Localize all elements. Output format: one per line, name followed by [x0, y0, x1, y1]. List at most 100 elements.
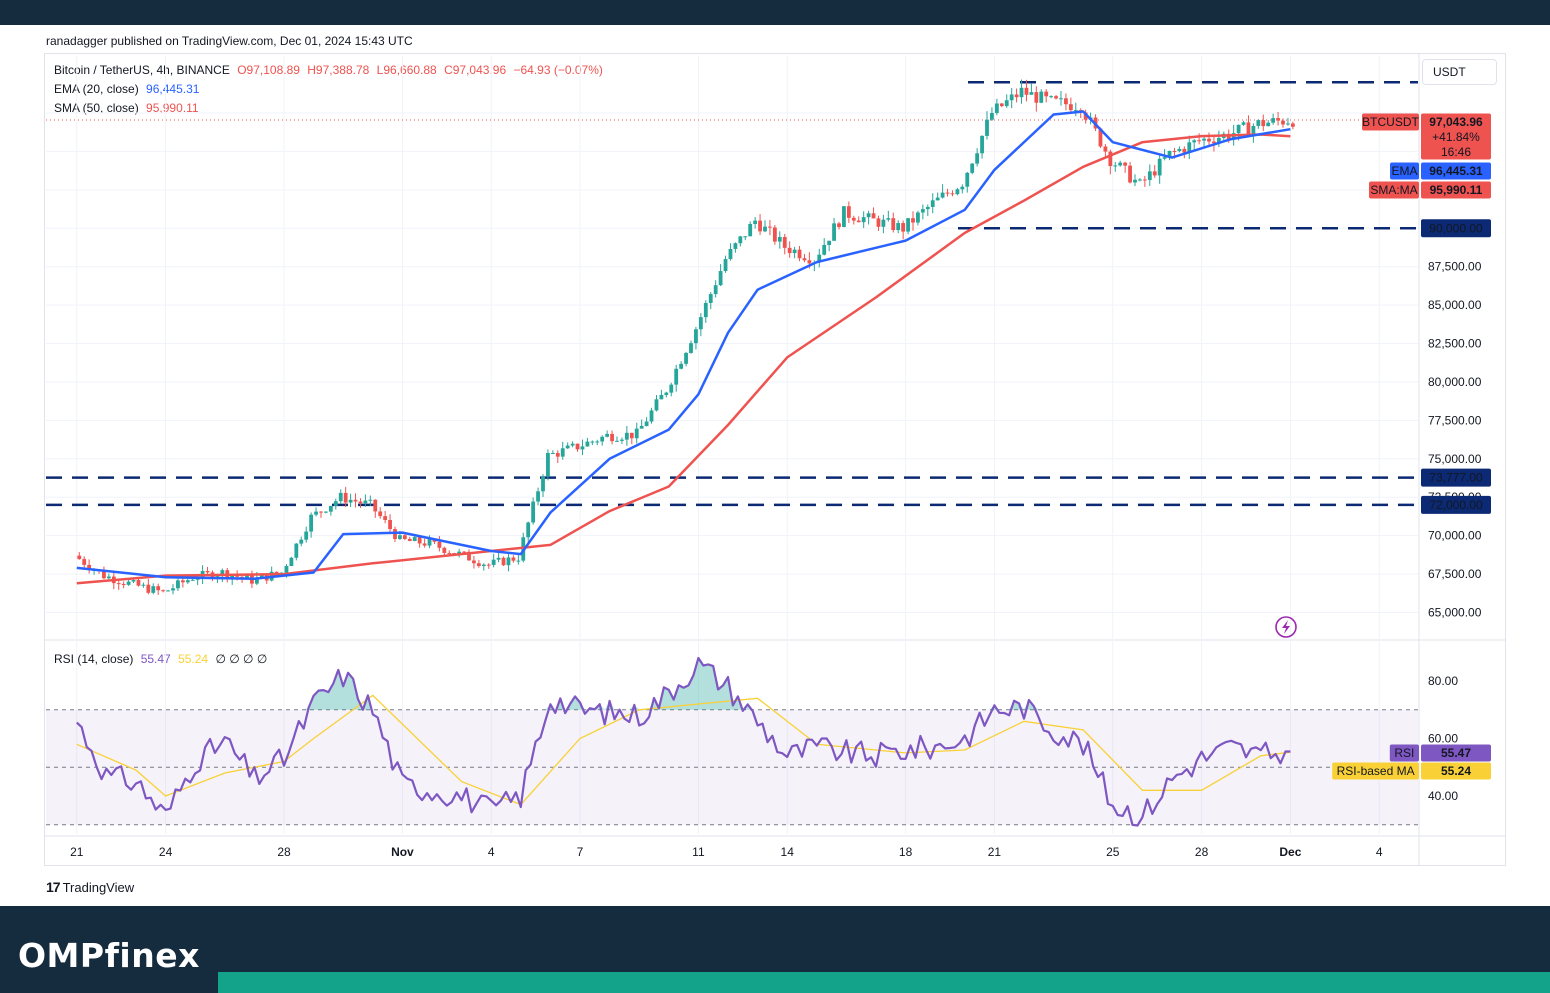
candle-body — [1276, 118, 1280, 121]
price-and-rsi-chart[interactable]: 65,000.0067,500.0070,000.0072,500.0075,0… — [0, 0, 1550, 993]
ema-20-line — [76, 110, 1291, 580]
candle-body — [886, 218, 891, 220]
candle-body — [1202, 138, 1206, 141]
candle-body — [595, 441, 600, 443]
candle-body — [526, 522, 531, 538]
series-value-text: 95,990.11 — [1430, 183, 1483, 197]
candle-body — [1172, 150, 1177, 152]
candle-body — [151, 586, 156, 593]
candle-body — [161, 590, 166, 592]
candle-body — [960, 186, 965, 190]
time-tick-label: 28 — [1195, 845, 1209, 859]
time-tick-label: 4 — [488, 845, 495, 859]
candle-body — [328, 505, 333, 512]
candle-body — [930, 200, 935, 207]
candle-body — [906, 218, 910, 232]
candle-body — [1103, 146, 1108, 152]
price-tick-label: 65,000.00 — [1428, 606, 1482, 620]
time-tick-label: 21 — [988, 845, 1002, 859]
candle-body — [570, 443, 575, 446]
candle-body — [156, 586, 161, 591]
candle-body — [1152, 171, 1157, 176]
candle-body — [324, 511, 328, 513]
candle-body — [383, 516, 388, 520]
candle-body — [506, 557, 511, 566]
candle-body — [684, 352, 688, 364]
candle-body — [353, 499, 358, 502]
time-tick-label: 4 — [1376, 845, 1383, 859]
candle-body — [1286, 123, 1290, 125]
candle-body — [950, 193, 955, 195]
candle-body — [733, 243, 738, 249]
price-tick-label: 77,500.00 — [1428, 413, 1482, 427]
candle-body — [1034, 92, 1039, 103]
candle-body — [1014, 94, 1019, 98]
candle-body — [610, 433, 614, 442]
tradingview-logo: 17 TradingView — [46, 879, 135, 895]
series-value-text: 96,445.31 — [1429, 164, 1483, 178]
candle-body — [1241, 122, 1246, 125]
time-tick-label: 7 — [577, 845, 584, 859]
candle-body — [590, 441, 595, 443]
candle-body — [1197, 140, 1202, 142]
candle-body — [896, 223, 901, 231]
candle-body — [333, 501, 338, 506]
candle-body — [639, 425, 644, 429]
tradingview-mark-icon: 17 — [46, 879, 61, 895]
candle-body — [516, 560, 521, 562]
candle-body — [792, 249, 797, 254]
candle-body — [1019, 87, 1024, 98]
candle-body — [1049, 96, 1054, 98]
candle-body — [511, 557, 516, 561]
time-tick-label: 28 — [277, 845, 291, 859]
candle-body — [472, 560, 476, 564]
ompfinex-logo: OMPfinex — [18, 936, 200, 975]
candle-body — [689, 343, 693, 353]
candle-body — [970, 163, 975, 173]
candle-body — [999, 103, 1004, 107]
candle-body — [856, 220, 861, 223]
candle-body — [289, 557, 294, 567]
rsi-name-text: RSI-based MA — [1337, 764, 1415, 778]
candle-body — [679, 363, 684, 369]
candle-body — [615, 440, 619, 442]
candle-body — [284, 566, 289, 573]
candle-body — [575, 443, 580, 450]
candle-body — [1142, 179, 1147, 181]
candle-body — [1290, 123, 1295, 127]
candle-body — [422, 543, 427, 546]
candle-body — [669, 384, 674, 393]
candle-body — [1251, 125, 1256, 135]
candle-body — [916, 212, 920, 223]
candle-body — [624, 432, 629, 440]
candle-body — [1256, 120, 1261, 126]
candle-body — [1177, 148, 1182, 152]
candle-body — [935, 197, 940, 201]
candle-body — [1147, 171, 1152, 180]
candle-body — [1271, 118, 1276, 123]
candle-body — [126, 581, 131, 585]
rsi-tick-label: 80.00 — [1428, 674, 1458, 688]
candle-body — [1004, 100, 1009, 107]
candle-body — [605, 433, 610, 437]
candle-body — [501, 557, 506, 566]
candle-body — [1128, 165, 1132, 183]
time-tick-label: 25 — [1106, 845, 1120, 859]
candle-body — [190, 579, 195, 581]
bar-countdown-text: 16:46 — [1441, 145, 1471, 159]
candle-body — [698, 317, 703, 330]
series-name-text: SMA:MA — [1370, 183, 1417, 197]
candle-body — [491, 559, 496, 565]
candle-body — [965, 172, 970, 187]
candle-body — [713, 285, 718, 295]
candle-body — [319, 511, 323, 513]
candle-body — [837, 223, 841, 228]
candle-body — [1281, 120, 1285, 125]
candle-body — [738, 236, 743, 244]
change-percent-text: +41.84% — [1432, 130, 1480, 144]
candle-body — [294, 543, 299, 558]
candle-body — [166, 590, 170, 592]
rsi-tick-label: 40.00 — [1428, 789, 1458, 803]
candle-body — [891, 218, 896, 231]
candle-body — [822, 244, 827, 255]
